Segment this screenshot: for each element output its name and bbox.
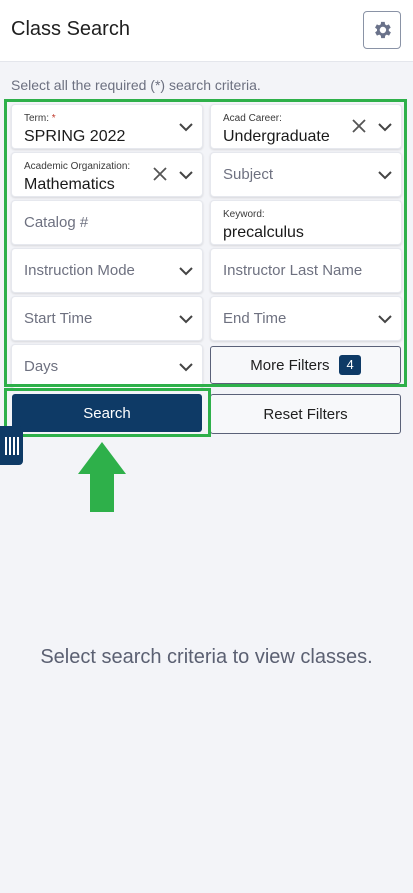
empty-state-message: Select search criteria to view classes. (40, 646, 373, 668)
up-arrow-icon (78, 442, 126, 512)
reset-filters-button[interactable]: Reset Filters (210, 394, 401, 434)
search-highlight (4, 388, 211, 437)
page-title: Class Search (11, 18, 130, 40)
gear-icon (375, 21, 391, 39)
instructions-text: Select all the required (*) search crite… (11, 77, 261, 93)
criteria-highlight (4, 99, 407, 387)
app-header: Class Search (0, 0, 413, 62)
side-panel-handle[interactable] (0, 426, 23, 465)
settings-button[interactable] (363, 11, 401, 49)
